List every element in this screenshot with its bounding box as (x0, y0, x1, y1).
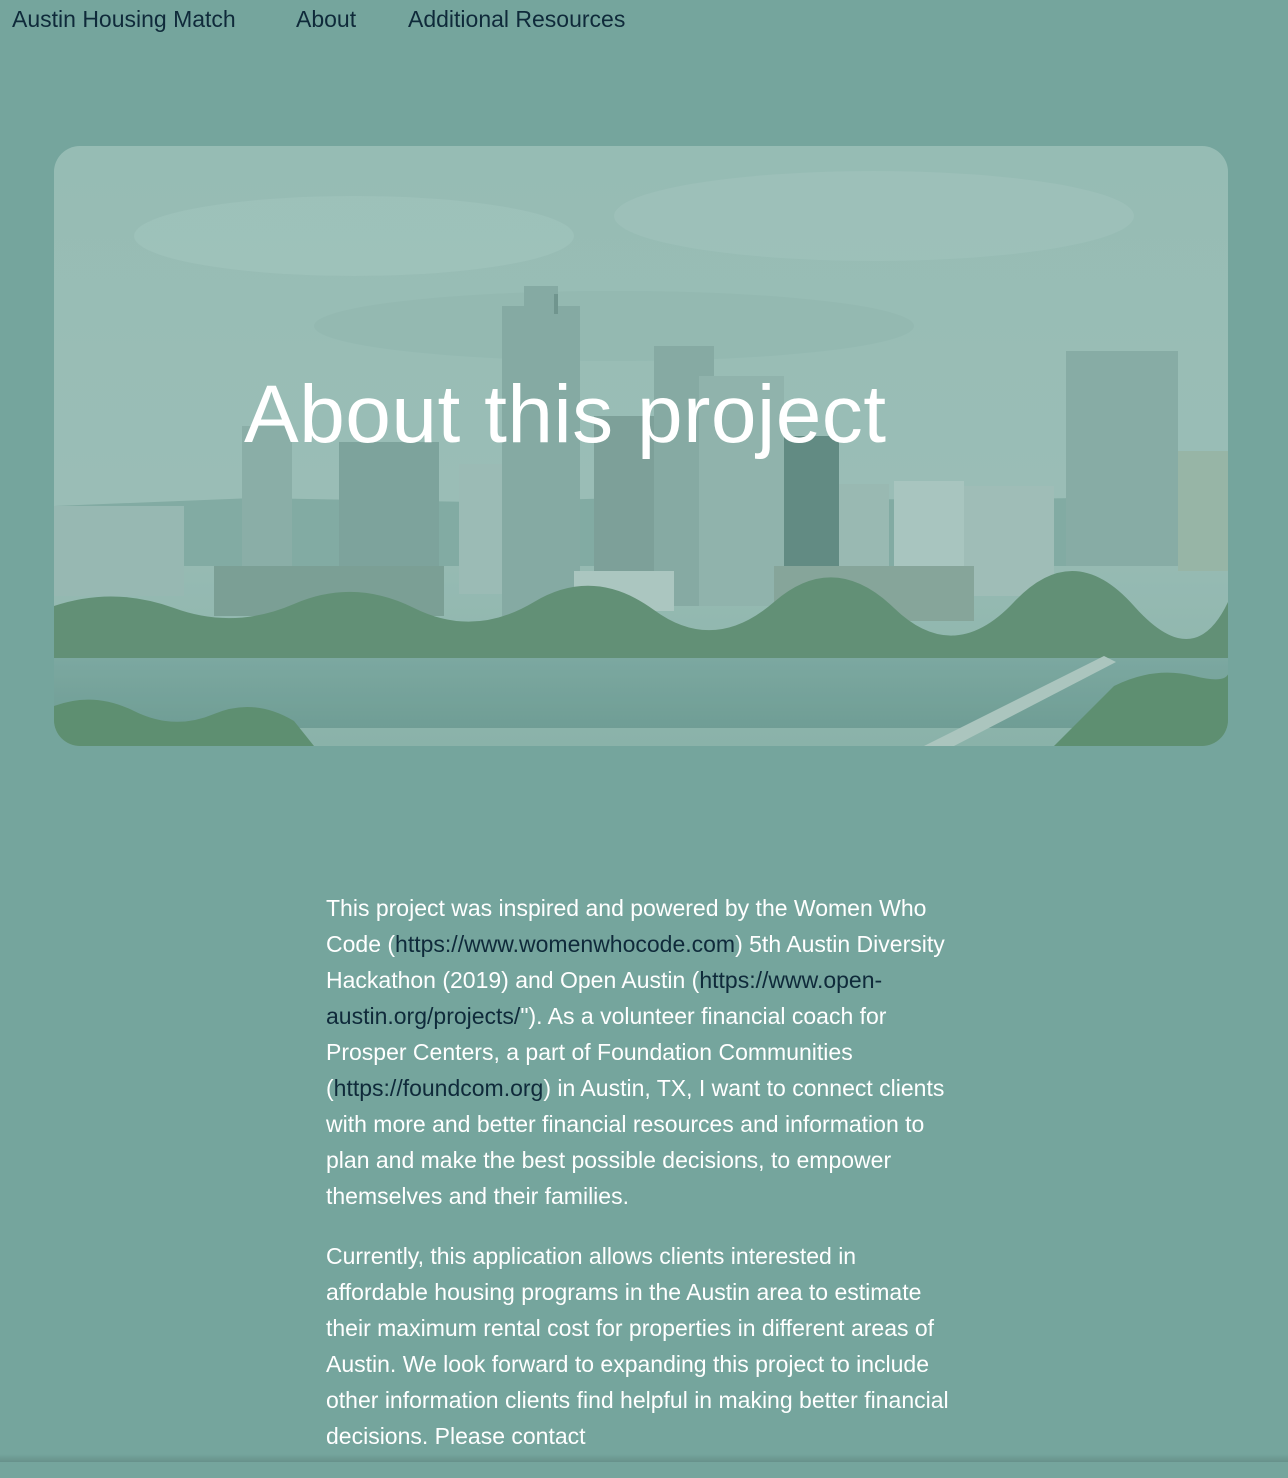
about-paragraph-2: Currently, this application allows clien… (326, 1238, 958, 1454)
foundcom-link[interactable]: https://foundcom.org (334, 1075, 544, 1101)
womenwhocode-link[interactable]: https://www.womenwhocode.com (395, 931, 735, 957)
bottom-edge-shadow (0, 1454, 1288, 1462)
about-content: This project was inspired and powered by… (326, 890, 958, 1478)
top-nav: Austin Housing Match About Additional Re… (0, 0, 1288, 40)
nav-home-link[interactable]: Austin Housing Match (12, 6, 236, 33)
nav-resources-link[interactable]: Additional Resources (408, 6, 625, 33)
nav-about-link[interactable]: About (296, 6, 356, 33)
page-title: About this project (244, 368, 887, 462)
about-paragraph-1: This project was inspired and powered by… (326, 890, 958, 1214)
hero-banner: About this project (54, 146, 1228, 746)
